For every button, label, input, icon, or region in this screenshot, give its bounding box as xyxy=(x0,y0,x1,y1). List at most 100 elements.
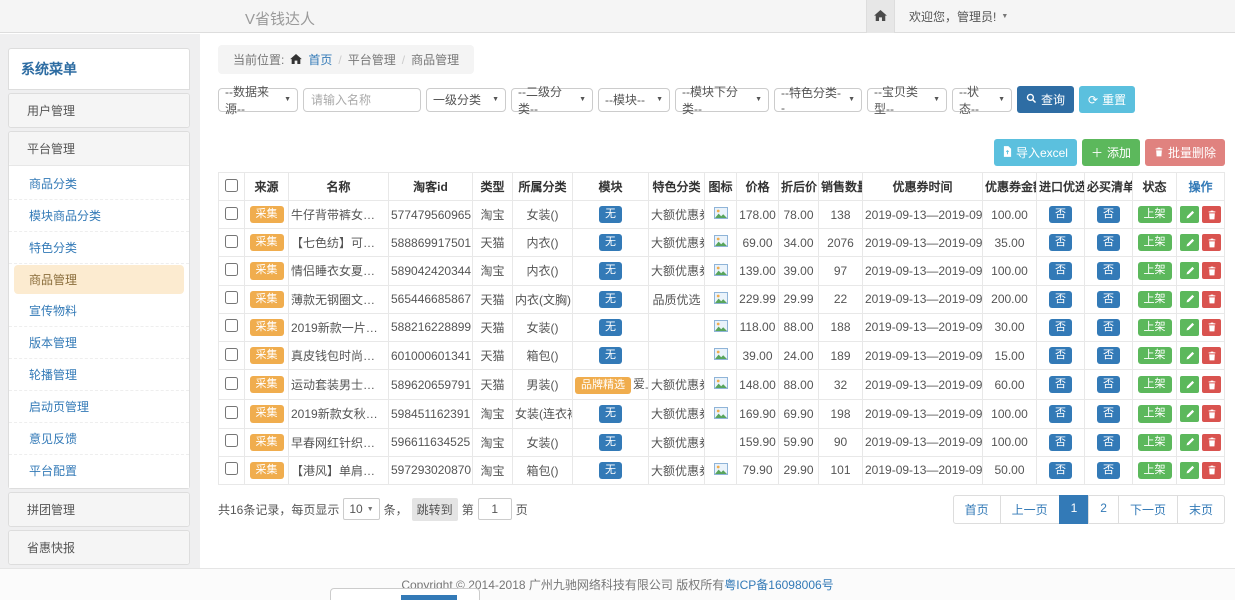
add-button[interactable]: ＋ 添加 xyxy=(1082,139,1140,166)
filter-select-module[interactable]: --模块--▼ xyxy=(598,88,670,112)
imported-toggle[interactable]: 否 xyxy=(1049,291,1072,308)
sidebar-item[interactable]: 平台配置 xyxy=(9,455,189,486)
reset-button[interactable]: ⟳ 重置 xyxy=(1079,86,1135,113)
module-badge[interactable]: 无 xyxy=(599,319,622,336)
status-badge[interactable]: 上架 xyxy=(1138,206,1172,223)
edit-button[interactable] xyxy=(1180,291,1199,308)
breadcrumb-home-link[interactable]: 首页 xyxy=(308,51,332,68)
row-checkbox[interactable] xyxy=(225,263,238,276)
row-checkbox[interactable] xyxy=(225,207,238,220)
delete-button[interactable] xyxy=(1202,291,1221,308)
status-badge[interactable]: 上架 xyxy=(1138,405,1172,422)
page-button-末页[interactable]: 末页 xyxy=(1177,495,1225,524)
delete-button[interactable] xyxy=(1202,262,1221,279)
imported-toggle[interactable]: 否 xyxy=(1049,347,1072,364)
filter-select-status[interactable]: --状态--▼ xyxy=(952,88,1012,112)
select-all-checkbox[interactable] xyxy=(225,179,238,192)
must-buy-toggle[interactable]: 否 xyxy=(1097,347,1120,364)
must-buy-toggle[interactable]: 否 xyxy=(1097,405,1120,422)
must-buy-toggle[interactable]: 否 xyxy=(1097,234,1120,251)
sidebar-item[interactable]: 意见反馈 xyxy=(9,423,189,455)
must-buy-toggle[interactable]: 否 xyxy=(1097,262,1120,279)
filter-select-level1-category[interactable]: 一级分类▼ xyxy=(426,88,506,112)
row-checkbox[interactable] xyxy=(225,319,238,332)
must-buy-toggle[interactable]: 否 xyxy=(1097,206,1120,223)
jump-to-button[interactable]: 跳转到 xyxy=(412,498,458,521)
delete-button[interactable] xyxy=(1202,376,1221,393)
user-menu[interactable]: 欢迎您，管理员! ▼ xyxy=(895,0,1022,33)
import-excel-button[interactable]: 导入excel xyxy=(994,139,1077,166)
module-badge[interactable]: 无 xyxy=(599,462,622,479)
imported-toggle[interactable]: 否 xyxy=(1049,405,1072,422)
sidebar-item[interactable]: 启动页管理 xyxy=(9,391,189,423)
imported-toggle[interactable]: 否 xyxy=(1049,262,1072,279)
sidebar-item[interactable]: 版本管理 xyxy=(9,327,189,359)
module-badge[interactable]: 无 xyxy=(599,347,622,364)
delete-button[interactable] xyxy=(1202,234,1221,251)
filter-select-module-subcategory[interactable]: --模块下分类--▼ xyxy=(675,88,769,112)
module-badge[interactable]: 无 xyxy=(599,262,622,279)
edit-button[interactable] xyxy=(1180,347,1199,364)
filter-select-item-type[interactable]: --宝贝类型--▼ xyxy=(867,88,947,112)
page-button-下一页[interactable]: 下一页 xyxy=(1118,495,1178,524)
edit-button[interactable] xyxy=(1180,262,1199,279)
module-badge[interactable]: 无 xyxy=(599,291,622,308)
page-button-2[interactable]: 2 xyxy=(1088,495,1119,524)
edit-button[interactable] xyxy=(1180,462,1199,479)
module-badge[interactable]: 无 xyxy=(599,234,622,251)
sidebar-item[interactable]: 商品分类 xyxy=(9,168,189,200)
sidebar-section-1[interactable]: 平台管理 xyxy=(9,132,189,165)
sidebar-section-3[interactable]: 省惠快报 xyxy=(9,531,189,564)
row-checkbox[interactable] xyxy=(225,235,238,248)
edit-button[interactable] xyxy=(1180,234,1199,251)
icp-link[interactable]: 粤ICP备16098006号 xyxy=(724,576,833,593)
row-checkbox[interactable] xyxy=(225,462,238,475)
search-name-input[interactable] xyxy=(303,88,421,112)
query-button[interactable]: 查询 xyxy=(1017,86,1074,113)
delete-button[interactable] xyxy=(1202,347,1221,364)
row-checkbox[interactable] xyxy=(225,434,238,447)
must-buy-toggle[interactable]: 否 xyxy=(1097,319,1120,336)
filter-select-level2-category[interactable]: --二级分类--▼ xyxy=(511,88,593,112)
filter-select-special-category[interactable]: --特色分类--▼ xyxy=(774,88,862,112)
status-badge[interactable]: 上架 xyxy=(1138,376,1172,393)
page-button-1[interactable]: 1 xyxy=(1059,495,1090,524)
row-checkbox[interactable] xyxy=(225,406,238,419)
must-buy-toggle[interactable]: 否 xyxy=(1097,462,1120,479)
status-badge[interactable]: 上架 xyxy=(1138,462,1172,479)
per-page-select[interactable]: 10 ▼ xyxy=(343,498,379,520)
imported-toggle[interactable]: 否 xyxy=(1049,234,1072,251)
edit-button[interactable] xyxy=(1180,206,1199,223)
row-checkbox[interactable] xyxy=(225,291,238,304)
edit-button[interactable] xyxy=(1180,434,1199,451)
filter-select-data-source[interactable]: --数据来源--▼ xyxy=(218,88,298,112)
delete-button[interactable] xyxy=(1202,434,1221,451)
delete-button[interactable] xyxy=(1202,319,1221,336)
edit-button[interactable] xyxy=(1180,405,1199,422)
status-badge[interactable]: 上架 xyxy=(1138,434,1172,451)
edit-button[interactable] xyxy=(1180,319,1199,336)
row-checkbox[interactable] xyxy=(225,348,238,361)
delete-button[interactable] xyxy=(1202,462,1221,479)
must-buy-toggle[interactable]: 否 xyxy=(1097,291,1120,308)
sidebar-item[interactable]: 宣传物料 xyxy=(9,295,189,327)
module-badge[interactable]: 品牌精选 xyxy=(575,377,631,394)
imported-toggle[interactable]: 否 xyxy=(1049,206,1072,223)
status-badge[interactable]: 上架 xyxy=(1138,262,1172,279)
batch-delete-button[interactable]: 批量删除 xyxy=(1145,139,1225,166)
delete-button[interactable] xyxy=(1202,405,1221,422)
module-badge[interactable]: 无 xyxy=(599,434,622,451)
home-button[interactable] xyxy=(866,0,895,33)
imported-toggle[interactable]: 否 xyxy=(1049,319,1072,336)
sidebar-item[interactable]: 商品管理 xyxy=(14,265,184,294)
sidebar-item[interactable]: 特色分类 xyxy=(9,232,189,264)
jump-page-input[interactable] xyxy=(478,498,512,520)
row-checkbox[interactable] xyxy=(225,377,238,390)
sidebar-section-0[interactable]: 用户管理 xyxy=(9,94,189,127)
edit-button[interactable] xyxy=(1180,376,1199,393)
sidebar-section-2[interactable]: 拼团管理 xyxy=(9,493,189,526)
module-badge[interactable]: 无 xyxy=(599,405,622,422)
sidebar-item[interactable]: 轮播管理 xyxy=(9,359,189,391)
status-badge[interactable]: 上架 xyxy=(1138,347,1172,364)
page-button-首页[interactable]: 首页 xyxy=(953,495,1001,524)
